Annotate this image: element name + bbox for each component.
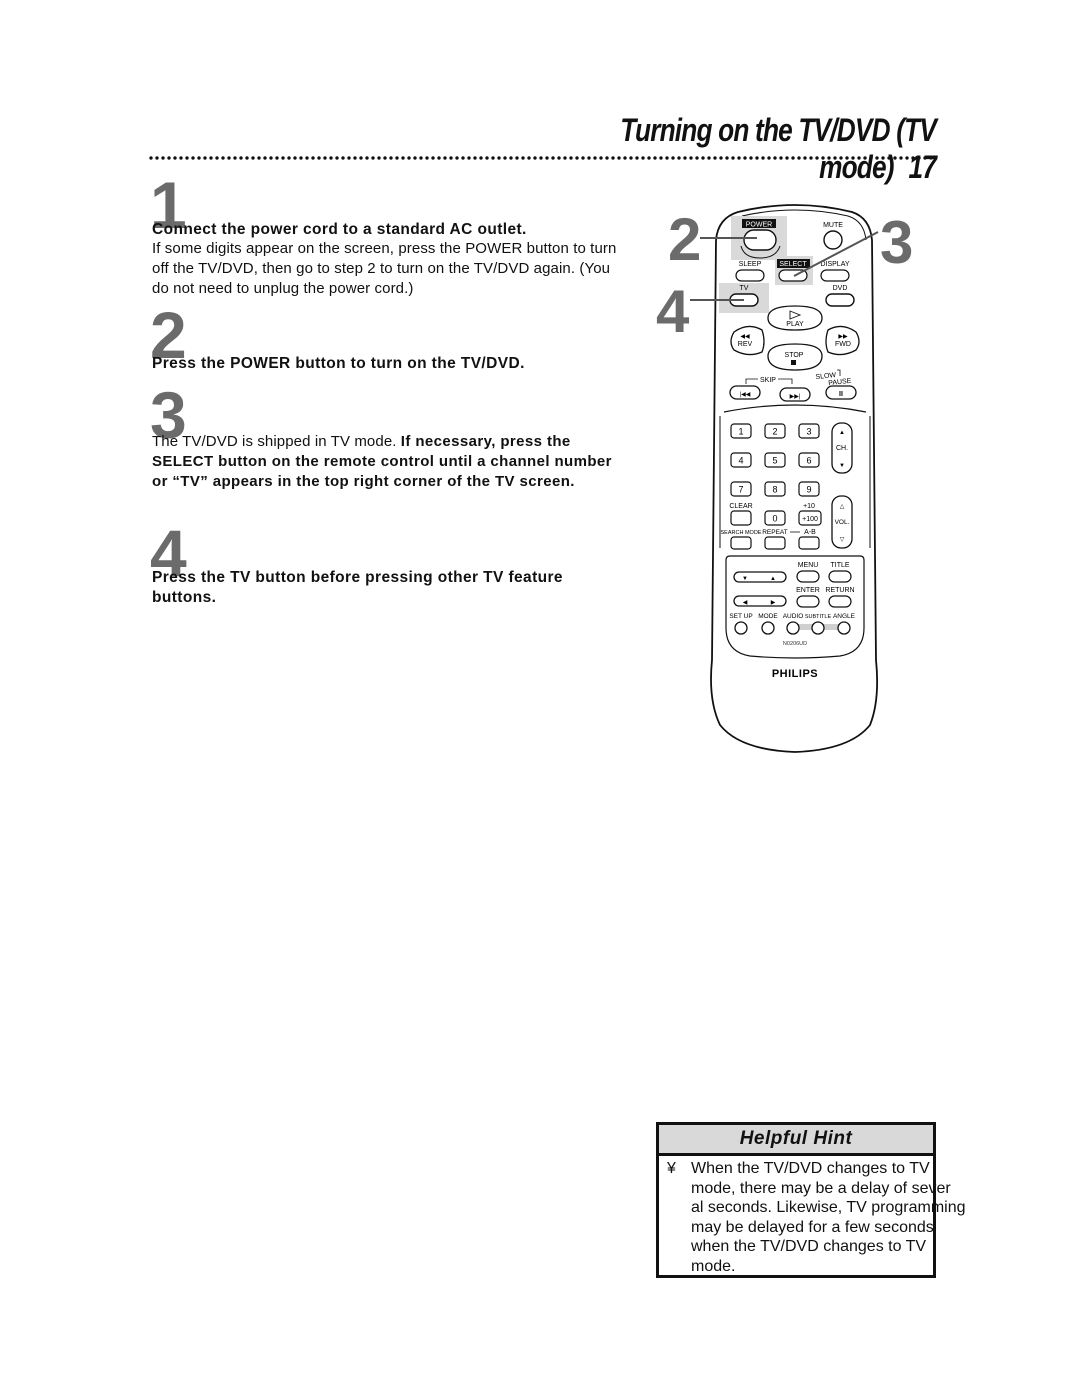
display-label: DISPLAY [820,261,849,268]
setup-button [734,621,748,635]
arrow-down-icon: ▼ [742,576,748,582]
channel-label: CH. [836,445,848,452]
step-3-body-plain: The TV/DVD is shipped in TV mode. [152,433,401,450]
subtitle-button [811,621,825,635]
search-mode-button [730,536,752,550]
dvd-button [825,293,855,307]
rev-label: REV [738,341,753,348]
return-label: RETURN [825,587,854,594]
dotted-divider [148,155,934,161]
menu-label: MENU [798,562,819,569]
return-button [828,595,852,608]
remote-control-illustration: POWER MUTE SLEEP SELECT DISPLAY TV DVD P… [690,204,879,753]
angle-button [837,621,851,635]
skip-label: SKIP [760,377,776,384]
repeat-label: REPEAT [762,529,788,536]
enter-label: ENTER [796,587,820,594]
power-label: POWER [746,222,772,229]
svg-text:8: 8 [772,485,777,495]
subtitle-label: SUBTITLE [805,614,832,620]
channel-up-icon: ▲ [839,430,845,436]
page-title: Turning on the TV/DVD (TV mode) 17 [578,112,937,186]
dvd-label: DVD [833,285,848,292]
enter-button [796,595,820,608]
mode-label: MODE [758,613,778,620]
svg-text:9: 9 [806,485,811,495]
audio-label: AUDIO [783,613,804,620]
clear-button [730,510,752,526]
hint-bullet: ¥ [667,1160,676,1177]
select-label: SELECT [779,261,807,268]
repeat-button [764,536,786,550]
step-3-body: The TV/DVD is shipped in TV mode. If nec… [152,432,627,492]
display-button [820,269,850,282]
channel-down-icon: ▼ [839,463,845,469]
mute-button [823,230,843,250]
brand-logo: PHILIPS [772,668,818,680]
clear-label: CLEAR [729,503,752,510]
volume-label: VOL. [835,519,850,526]
arrow-up-icon: ▲ [770,576,776,582]
digit-keypad: 1 2 3 4 5 6 7 8 9 [730,423,820,497]
mode-button [761,621,775,635]
menu-button [796,570,820,583]
title-label: TITLE [830,562,849,569]
sleep-button [735,269,765,282]
stop-icon [791,360,796,365]
hint-text: When the TV/DVD changes to TV mode, ther… [691,1160,966,1275]
tv-label: TV [740,285,749,292]
fwd-label: FWD [835,341,851,348]
power-button [743,229,777,251]
svg-text:5: 5 [772,456,777,466]
stop-label: STOP [785,352,804,359]
play-label: PLAY [786,321,804,328]
helpful-hint-body: ¥ When the TV/DVD changes to TV mode, th… [667,1159,987,1276]
volume-up-icon: △ [840,504,845,510]
fwd-icon: ▶▶ [838,334,848,340]
step-2-heading: Press the POWER button to turn on the TV… [152,355,525,372]
ab-button [798,536,820,550]
helpful-hint-title: Helpful Hint [659,1125,933,1156]
angle-label: ANGLE [833,613,856,620]
rev-icon: ◀◀ [740,334,750,340]
mute-label: MUTE [823,222,843,229]
page-title-text: Turning on the TV/DVD (TV mode) [620,112,937,185]
pause-icon: II [839,391,843,398]
sleep-label: SLEEP [739,261,762,268]
svg-text:4: 4 [738,456,743,466]
ab-label: A-B [804,529,816,536]
svg-text:1: 1 [738,427,743,437]
svg-text:7: 7 [738,485,743,495]
arrow-right-icon: ▶ [771,600,776,606]
volume-down-icon: ▽ [840,537,845,543]
skip-forward-icon: ▶▶| [790,394,801,400]
model-number: N0206UD [783,641,807,647]
search-mode-label: SEARCH MODE [721,530,762,536]
step-1-heading: Connect the power cord to a standard AC … [152,221,527,238]
step-1-body: If some digits appear on the screen, pre… [152,240,617,297]
audio-button [786,621,800,635]
svg-text:6: 6 [806,456,811,466]
plus10-label: +10 [803,503,815,510]
helpful-hint-box: Helpful Hint ¥ When the TV/DVD changes t… [656,1122,966,1278]
svg-text:0: 0 [772,514,777,524]
setup-label: SET UP [729,613,752,620]
title-button [828,570,852,583]
arrow-left-icon: ◀ [743,600,748,606]
svg-text:2: 2 [772,427,777,437]
skip-back-icon: |◀◀ [740,392,751,398]
step-4-heading: Press the TV button before pressing othe… [152,569,563,606]
svg-text:3: 3 [806,427,811,437]
svg-text:+100: +100 [802,516,818,523]
